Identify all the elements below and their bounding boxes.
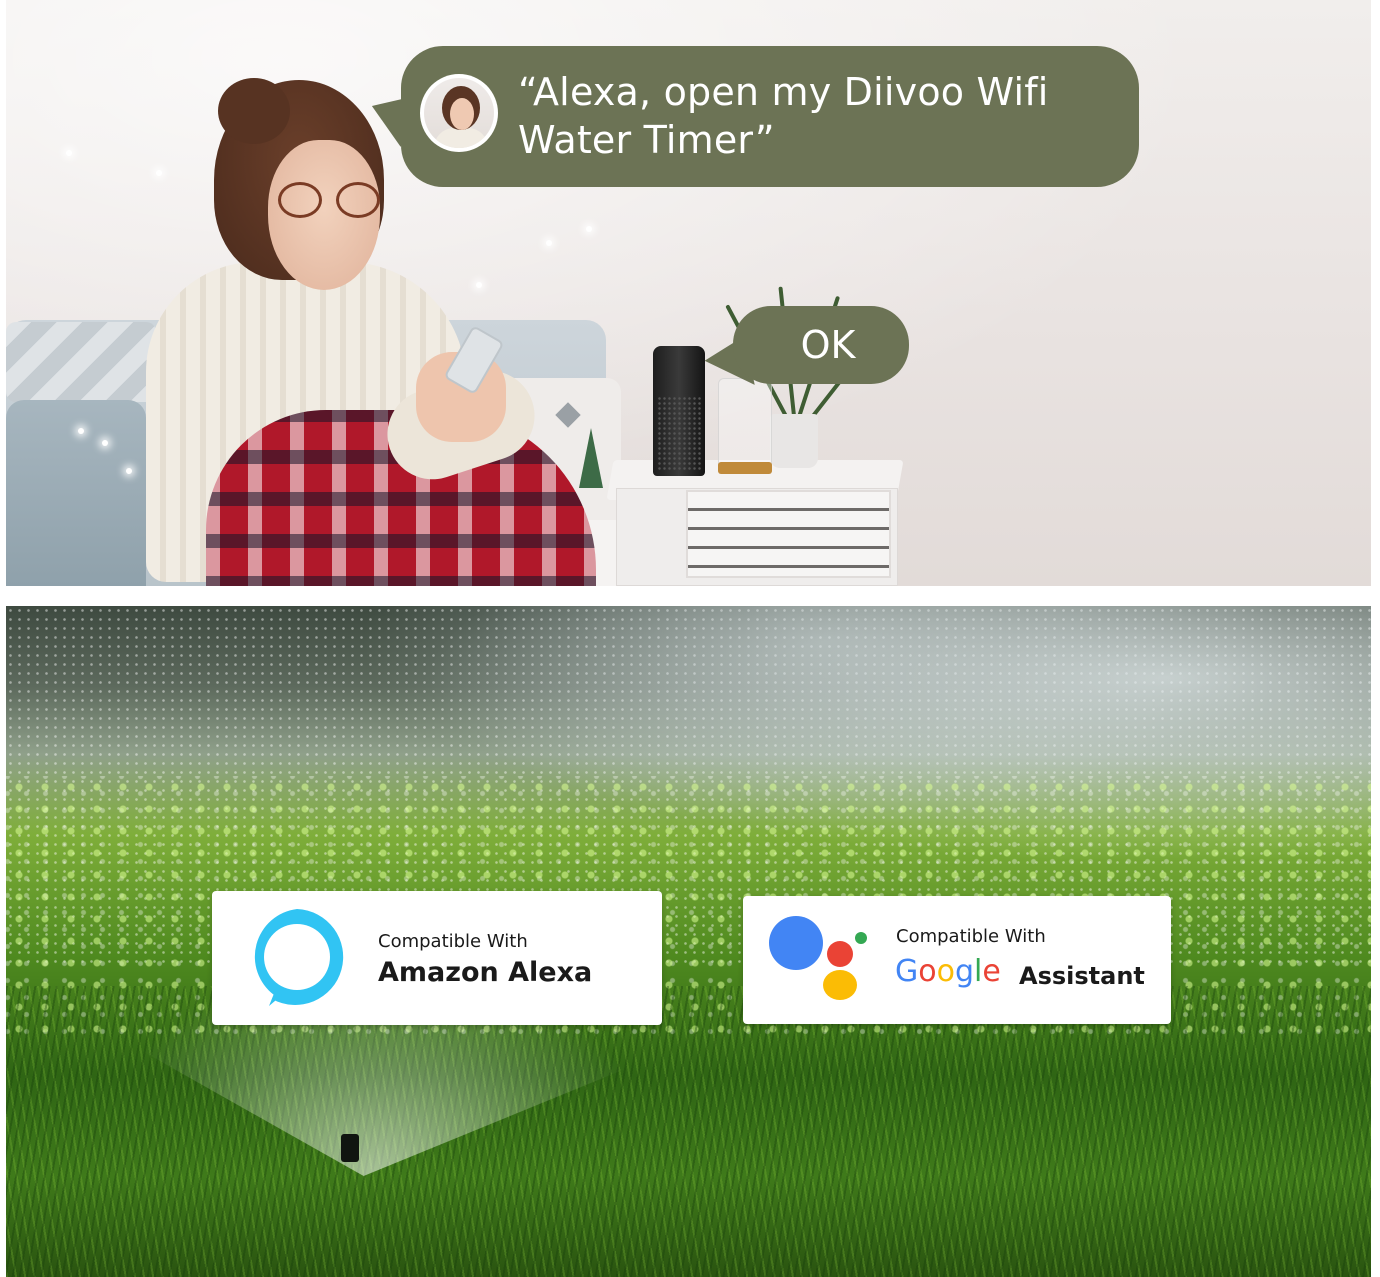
star-decoration-icon: [555, 402, 581, 428]
green-dot-icon: [855, 932, 867, 944]
pattern-cushion: [6, 322, 156, 402]
fairy-light: [126, 468, 132, 474]
google-letter: o: [918, 954, 937, 989]
lantern-base: [718, 462, 772, 474]
google-letter: G: [895, 954, 919, 989]
user-speech-text: “Alexa, open my Diivoo Wifi Water Timer”: [518, 68, 1118, 164]
alexa-ring-icon: [254, 909, 344, 1007]
alexa-brand-label: Amazon Alexa: [378, 957, 593, 988]
red-dot-icon: [827, 941, 853, 967]
google-compatible-label: Compatible With: [896, 926, 1046, 947]
smart-speaker-icon: [653, 346, 705, 476]
fairy-light: [102, 440, 108, 446]
yellow-dot-icon: [823, 970, 857, 1000]
sprinkler-head-icon: [341, 1134, 359, 1162]
google-assistant-compatibility-badge: Compatible With Google Assistant: [743, 896, 1171, 1024]
fairy-light: [66, 150, 72, 156]
assistant-label: Assistant: [1019, 962, 1145, 990]
fairy-light: [156, 170, 162, 176]
lantern-icon: [718, 378, 772, 474]
google-wordmark: Google: [895, 954, 1001, 989]
fairy-light: [78, 428, 84, 434]
alexa-compatibility-badge: Compatible With Amazon Alexa: [212, 891, 662, 1025]
woman-hair-bun: [218, 78, 290, 144]
fairy-light: [546, 240, 552, 246]
google-letter: e: [982, 954, 1001, 989]
google-letter: g: [954, 954, 975, 989]
avatar: [420, 74, 498, 152]
google-letter: l: [974, 954, 983, 989]
user-speech-line-1: “Alexa, open my Diivoo Wifi: [518, 70, 1049, 114]
plant-pot: [770, 414, 818, 468]
user-speech-line-2: Water Timer”: [518, 118, 775, 162]
nightstand-drawer: [686, 490, 891, 578]
alexa-compatible-label: Compatible With: [378, 931, 528, 952]
reply-speech-text: OK: [800, 323, 856, 367]
google-letter: o: [936, 954, 955, 989]
blue-dot-icon: [769, 916, 823, 970]
fairy-light: [586, 226, 592, 232]
glasses-icon: [278, 182, 390, 222]
tree-decoration-icon: [579, 428, 603, 488]
grey-cushion: [6, 400, 146, 586]
fairy-light: [476, 282, 482, 288]
